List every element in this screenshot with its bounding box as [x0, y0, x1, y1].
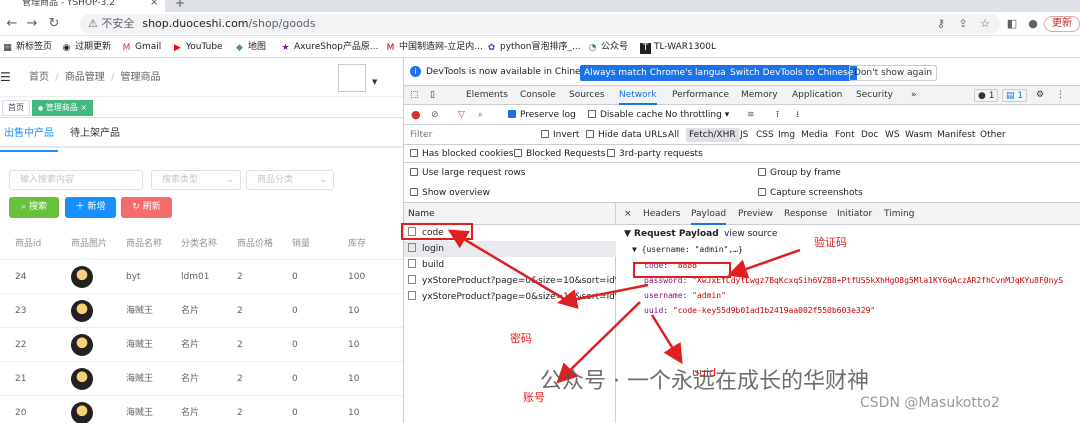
password-label: 密码 — [510, 332, 532, 345]
annotation-arrows — [447, 229, 801, 384]
watermark: 公众号 · 一个永远在成长的华财神 — [540, 369, 869, 394]
csdn-watermark: CSDN @Masukotto2 — [860, 395, 1000, 411]
request-arrow — [447, 229, 567, 302]
uuid-arrow — [650, 314, 683, 365]
captcha-arrow — [727, 248, 801, 279]
password-arrow — [557, 283, 649, 309]
captcha-label: 验证码 — [814, 236, 847, 249]
